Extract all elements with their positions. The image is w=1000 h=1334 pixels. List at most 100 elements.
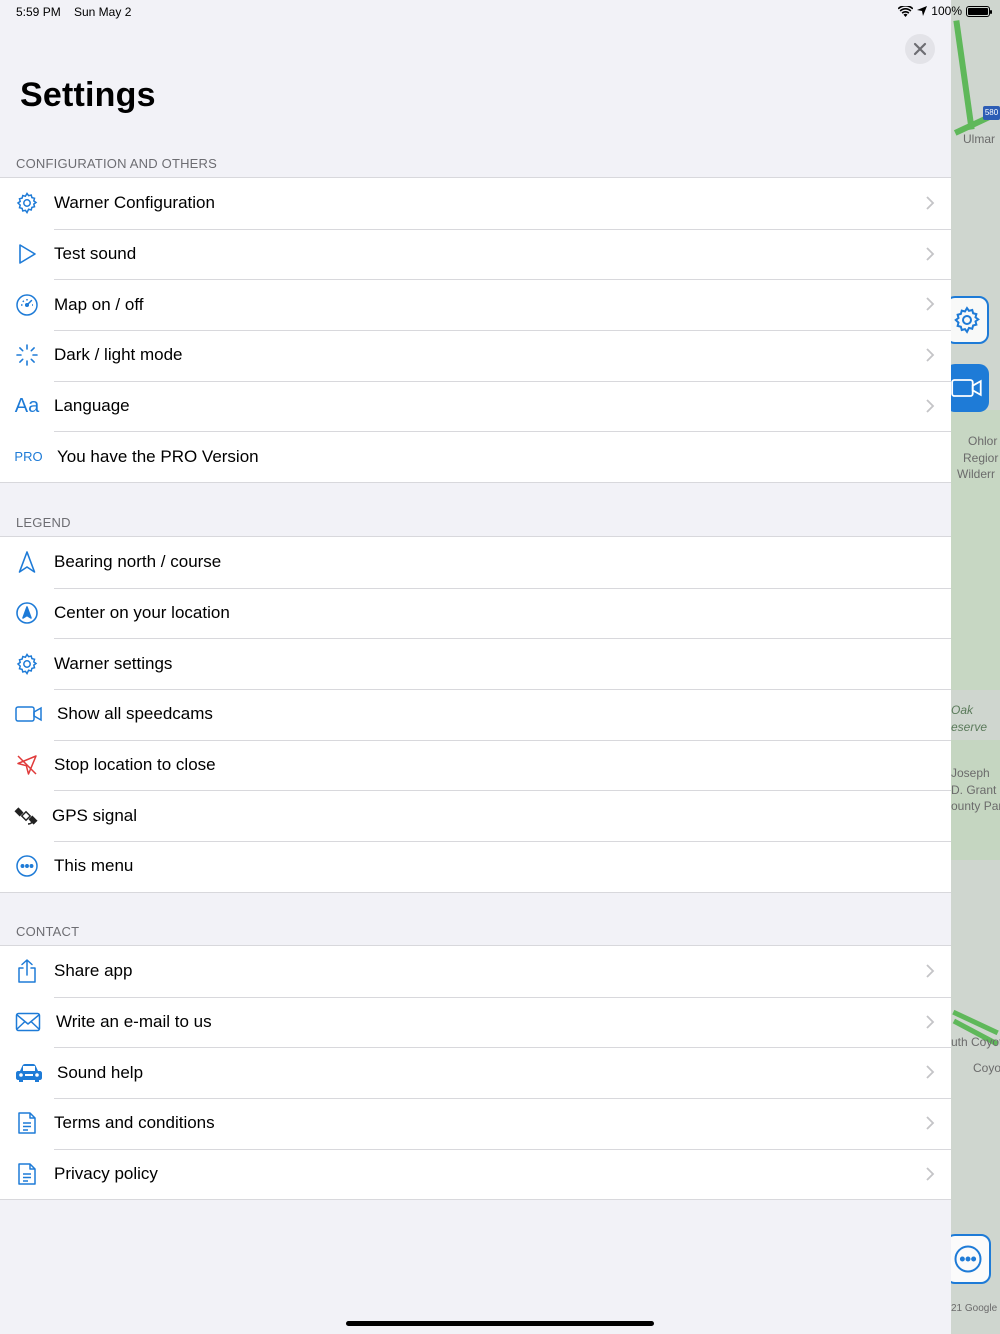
location-slash-icon <box>0 740 54 790</box>
map-speedcams-button[interactable] <box>951 364 989 412</box>
map-label: Wilderr <box>957 467 995 481</box>
gear-icon <box>954 306 980 334</box>
row-label: Share app <box>54 961 133 981</box>
map-label: ounty Par <box>951 799 1000 813</box>
ellipsis-circle-icon <box>0 841 54 891</box>
chevron-right-icon <box>926 964 935 978</box>
map-label: Oak <box>951 703 974 717</box>
chevron-right-icon <box>926 399 935 413</box>
row-terms[interactable]: Terms and conditions <box>0 1098 951 1149</box>
location-arrow-icon <box>917 6 928 16</box>
config-group: Warner Configuration Test sound Map on /… <box>0 177 951 484</box>
page-title: Settings <box>20 76 156 114</box>
row-label: Privacy policy <box>54 1164 158 1184</box>
contact-group: Share app Write an e-mail to us Sound he… <box>0 945 951 1201</box>
satellite-icon <box>0 791 52 841</box>
row-label: Sound help <box>57 1062 144 1082</box>
share-icon <box>0 946 54 996</box>
document-icon <box>0 1098 54 1148</box>
row-warner-settings: Warner settings <box>0 638 951 689</box>
map-label: eserve <box>951 720 988 734</box>
row-center-location: Center on your location <box>0 587 951 639</box>
video-camera-icon <box>951 379 982 397</box>
status-date: Sun May 2 <box>74 5 132 19</box>
map-label: Coyo <box>973 1061 1000 1075</box>
car-icon <box>0 1048 57 1098</box>
map-settings-button[interactable] <box>951 296 989 344</box>
map-label: Joseph <box>951 766 990 780</box>
map-label-ulmar: Ulmar <box>963 132 995 146</box>
map-label: D. Grant <box>951 783 997 797</box>
close-button[interactable] <box>905 34 935 64</box>
chevron-right-icon <box>926 1116 935 1130</box>
battery-percent: 100% <box>931 4 962 18</box>
row-bearing-north: Bearing north / course <box>0 537 951 588</box>
chevron-right-icon <box>926 297 935 312</box>
row-stop-location: Stop location to close <box>0 739 951 791</box>
row-warner-configuration[interactable]: Warner Configuration <box>0 178 951 229</box>
map-label: Regior <box>963 451 999 465</box>
row-label: Warner Configuration <box>54 193 215 213</box>
text-size-icon: Aa <box>14 394 40 417</box>
row-write-email[interactable]: Write an e-mail to us <box>0 996 951 1048</box>
chevron-right-icon <box>926 348 935 362</box>
row-dark-light-mode[interactable]: Dark / light mode <box>0 330 951 381</box>
status-bar: 5:59 PM Sun May 2 100% <box>0 0 1000 24</box>
envelope-icon <box>0 997 56 1047</box>
map-background[interactable]: 580 Ulmar Ohlor Regior Wilderr Oak eserv… <box>951 0 1000 1334</box>
row-language[interactable]: Aa Language <box>0 380 951 432</box>
settings-sheet: Settings CONFIGURATION AND OTHERS Warner… <box>0 0 951 1334</box>
row-label: Warner settings <box>54 653 173 673</box>
row-map-on-off[interactable]: Map on / off <box>0 279 951 330</box>
map-attribution: 21 Google <box>951 1303 998 1314</box>
section-header-legend: LEGEND <box>16 515 71 530</box>
speedometer-icon <box>0 280 54 330</box>
row-label: Stop location to close <box>54 755 216 775</box>
map-label: uth Coyote <box>951 1035 1000 1049</box>
map-road <box>953 20 975 130</box>
status-time: 5:59 PM <box>16 5 61 19</box>
legend-group: Bearing north / course Center on your lo… <box>0 536 951 893</box>
gear-icon <box>0 639 54 689</box>
row-label: Center on your location <box>54 603 230 623</box>
row-label: Write an e-mail to us <box>56 1012 212 1032</box>
row-show-speedcams: Show all speedcams <box>0 689 951 740</box>
chevron-right-icon <box>926 196 935 210</box>
row-label: You have the PRO Version <box>57 446 259 466</box>
row-sound-help[interactable]: Sound help <box>0 1047 951 1098</box>
battery-icon <box>966 5 992 17</box>
spinner-icon <box>0 330 54 380</box>
row-test-sound[interactable]: Test sound <box>0 228 951 280</box>
home-indicator[interactable] <box>346 1321 654 1326</box>
row-privacy[interactable]: Privacy policy <box>0 1148 951 1200</box>
wifi-icon <box>898 5 914 17</box>
row-label: Bearing north / course <box>54 552 222 572</box>
row-label: GPS signal <box>52 805 138 825</box>
row-label: Test sound <box>54 244 137 264</box>
row-share-app[interactable]: Share app <box>0 946 951 997</box>
chevron-right-icon <box>926 1167 935 1181</box>
chevron-right-icon <box>926 1065 935 1080</box>
close-icon <box>913 42 927 56</box>
status-right: 100% <box>898 4 992 18</box>
chevron-right-icon <box>926 247 935 261</box>
gear-icon <box>0 178 54 228</box>
video-camera-icon <box>0 689 57 739</box>
section-header-contact: CONTACT <box>16 924 80 939</box>
row-this-menu: This menu <box>0 841 951 892</box>
map-label: Ohlor <box>968 434 998 448</box>
map-menu-button[interactable] <box>951 1234 991 1284</box>
play-icon <box>0 229 54 279</box>
row-pro-version: PRO You have the PRO Version <box>0 431 951 482</box>
ellipsis-circle-icon <box>954 1245 982 1273</box>
row-label: This menu <box>54 856 134 876</box>
row-label: Terms and conditions <box>54 1113 215 1133</box>
highway-shield: 580 <box>983 106 1000 120</box>
row-label: Show all speedcams <box>57 704 213 724</box>
chevron-right-icon <box>926 1015 935 1029</box>
document-icon <box>0 1149 54 1199</box>
location-circle-icon <box>0 588 54 638</box>
row-gps-signal: GPS signal <box>0 790 951 841</box>
row-label: Language <box>54 396 130 416</box>
row-label: Dark / light mode <box>54 345 183 365</box>
